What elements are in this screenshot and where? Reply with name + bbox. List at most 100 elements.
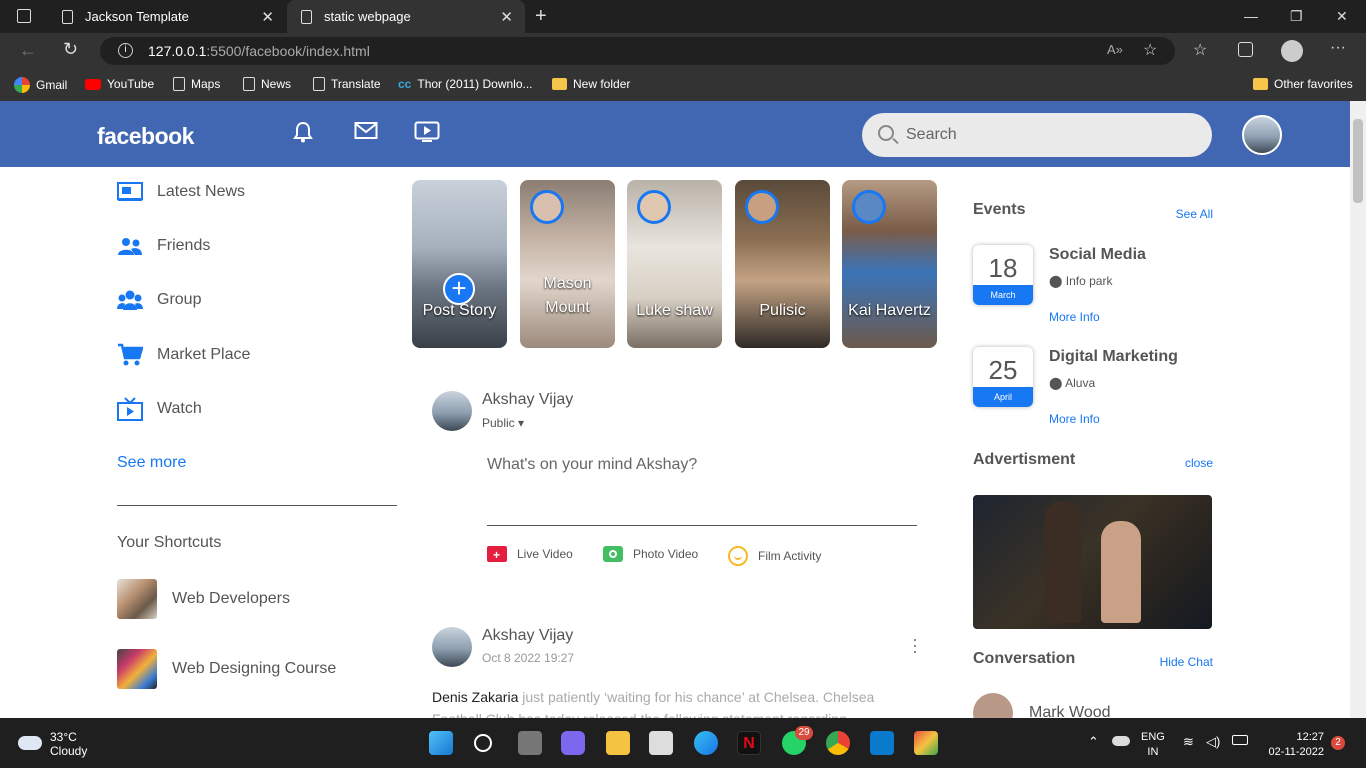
back-icon[interactable]: ←	[19, 40, 37, 61]
bookmark-news[interactable]: News	[243, 77, 291, 91]
edge-icon[interactable]	[694, 731, 718, 755]
wifi-icon[interactable]: ≋	[1183, 734, 1194, 749]
divider	[117, 505, 397, 506]
read-aloud-icon[interactable]: A»	[1107, 42, 1123, 57]
story-avatar	[637, 190, 671, 224]
story-luke-shaw[interactable]: Luke shaw	[627, 180, 722, 348]
more-info-link[interactable]: More Info	[1049, 310, 1100, 324]
app-icon[interactable]	[914, 731, 938, 755]
shortcut-web-developers[interactable]: Web Developers	[117, 579, 290, 619]
story-mason-mount[interactable]: Mason Mount	[520, 180, 615, 348]
refresh-icon[interactable]: ↻	[63, 39, 78, 60]
bookmark-gmail[interactable]: Gmail	[14, 77, 67, 93]
see-all-link[interactable]: See All	[1176, 207, 1213, 221]
event-title[interactable]: Social Media	[1049, 246, 1146, 264]
tab-jackson-template[interactable]: Jackson Template ✕	[48, 0, 286, 33]
close-tab-icon[interactable]: ✕	[261, 8, 274, 26]
story-pulisic[interactable]: Pulisic	[735, 180, 830, 348]
add-favorite-icon[interactable]: ☆	[1143, 40, 1157, 60]
youtube-icon	[85, 78, 101, 90]
page-icon	[313, 77, 325, 91]
location-pin-icon: ⬤	[1049, 274, 1063, 288]
cloud-icon[interactable]	[1112, 736, 1130, 746]
avatar[interactable]	[432, 627, 472, 667]
see-more-link[interactable]: See more	[117, 454, 186, 472]
store-icon[interactable]	[649, 731, 673, 755]
story-kai-havertz[interactable]: Kai Havertz	[842, 180, 937, 348]
composer-username: Akshay Vijay	[482, 391, 574, 408]
language-indicator[interactable]: ENG IN	[1141, 730, 1165, 760]
advertisement-image[interactable]	[973, 495, 1212, 629]
post-mention[interactable]: Denis Zakaria	[432, 689, 518, 705]
logo[interactable]: facebook	[97, 123, 194, 150]
clock[interactable]: 12:27 02-11-2022	[1262, 730, 1324, 760]
minimize-button[interactable]: —	[1244, 8, 1258, 24]
weather-widget[interactable]: 33°C Cloudy	[18, 730, 87, 758]
restore-button[interactable]: ❐	[1290, 8, 1303, 25]
chrome-icon[interactable]	[826, 731, 850, 755]
video-icon[interactable]	[414, 121, 440, 149]
sidebar-item-watch[interactable]: Watch	[117, 397, 202, 421]
visibility-dropdown[interactable]: Public ▾	[482, 416, 524, 430]
cloud-icon	[18, 736, 42, 750]
favorites-icon[interactable]: ☆	[1193, 40, 1207, 60]
collections-icon[interactable]	[1238, 42, 1253, 57]
add-story-icon[interactable]: +	[443, 273, 475, 305]
sidebar-item-group[interactable]: Group	[117, 289, 201, 311]
hide-chat-link[interactable]: Hide Chat	[1160, 655, 1213, 669]
netflix-icon[interactable]: N	[737, 731, 761, 755]
tab-static-webpage[interactable]: static webpage ✕	[287, 0, 525, 33]
sidebar-item-latest-news[interactable]: Latest News	[117, 181, 245, 203]
start-icon[interactable]	[429, 731, 453, 755]
close-tab-icon[interactable]: ✕	[500, 8, 513, 26]
more-info-link[interactable]: More Info	[1049, 412, 1100, 426]
event-title[interactable]: Digital Marketing	[1049, 348, 1178, 366]
volume-icon[interactable]: ◁)	[1206, 734, 1220, 749]
sidebar-item-market-place[interactable]: Market Place	[117, 343, 250, 366]
close-ad-link[interactable]: close	[1185, 456, 1213, 470]
live-video-button[interactable]: + Live Video	[487, 546, 573, 562]
shortcut-web-designing-course[interactable]: Web Designing Course	[117, 649, 336, 689]
bookmark-youtube[interactable]: YouTube	[85, 77, 154, 91]
bell-icon[interactable]	[293, 121, 313, 149]
avatar[interactable]	[1242, 115, 1282, 155]
notification-badge[interactable]: 2	[1331, 736, 1345, 750]
task-view-icon[interactable]	[518, 731, 542, 755]
friends-icon	[117, 235, 143, 257]
avatar[interactable]	[432, 391, 472, 431]
file-explorer-icon[interactable]	[606, 731, 630, 755]
status-input[interactable]: What's on your mind Akshay?	[487, 456, 697, 474]
bookmark-other-favorites[interactable]: Other favorites	[1253, 77, 1353, 91]
bookmarks-bar: Gmail YouTube Maps News Translate cc Thor…	[0, 69, 1366, 101]
more-icon[interactable]: ···	[1330, 39, 1346, 57]
event-card: 25 April Digital Marketing ⬤ Aluva More …	[973, 347, 1213, 437]
chevron-up-icon[interactable]: ⌃	[1088, 734, 1099, 749]
browser-tab-bar: Jackson Template ✕ static webpage ✕ + — …	[0, 0, 1366, 33]
scrollbar-thumb[interactable]	[1353, 119, 1363, 203]
close-window-button[interactable]: ✕	[1336, 8, 1348, 25]
teams-icon[interactable]	[561, 731, 585, 755]
new-tab-button[interactable]: +	[535, 5, 547, 28]
bookmark-new-folder[interactable]: New folder	[552, 77, 630, 91]
page-icon	[243, 77, 255, 91]
mail-icon[interactable]	[354, 121, 378, 147]
site-header: facebook Search	[0, 101, 1350, 167]
bookmark-thor[interactable]: cc Thor (2011) Downlo...	[398, 77, 533, 91]
url-field[interactable]: i 127.0.0.1:5500/facebook/index.html	[100, 37, 1175, 65]
tab-actions-icon[interactable]	[17, 9, 31, 23]
more-options-icon[interactable]: · · ·	[910, 630, 920, 660]
sidebar-item-friends[interactable]: Friends	[117, 235, 210, 257]
vscode-icon[interactable]	[870, 731, 894, 755]
search-input[interactable]: Search	[862, 113, 1212, 157]
film-activity-button[interactable]: Film Activity	[728, 546, 821, 566]
scrollbar[interactable]	[1350, 101, 1366, 718]
search-icon[interactable]	[474, 734, 492, 752]
post-username[interactable]: Akshay Vijay	[482, 627, 573, 645]
conversation-title: Conversation	[973, 650, 1076, 667]
bookmark-maps[interactable]: Maps	[173, 77, 220, 91]
battery-icon[interactable]	[1232, 735, 1248, 745]
story-post[interactable]: + Post Story	[412, 180, 507, 348]
profile-icon[interactable]	[1281, 40, 1303, 62]
bookmark-translate[interactable]: Translate	[313, 77, 381, 91]
photo-video-button[interactable]: Photo Video	[603, 546, 698, 562]
